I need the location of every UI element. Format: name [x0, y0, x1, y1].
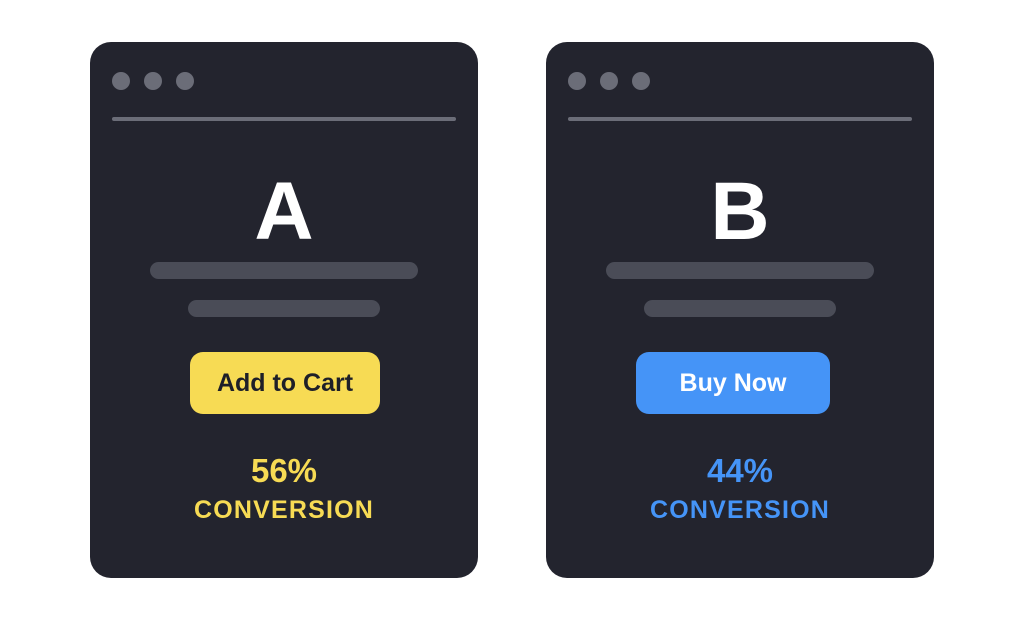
header-divider-b	[568, 117, 912, 121]
variant-letter-a: A	[254, 166, 314, 257]
conversion-value-a: 56%	[250, 452, 318, 489]
skeleton-bar-primary-b	[606, 262, 874, 279]
add-to-cart-button[interactable]: Add to Cart	[190, 352, 380, 414]
window-controls-b	[568, 72, 650, 90]
dot-close-icon[interactable]	[568, 72, 586, 90]
dot-minimize-icon[interactable]	[600, 72, 618, 90]
conversion-label-a: CONVERSION	[193, 496, 375, 524]
variant-letter-b: B	[710, 166, 770, 257]
conversion-label-b: CONVERSION	[649, 496, 831, 524]
dot-maximize-icon[interactable]	[632, 72, 650, 90]
dot-minimize-icon[interactable]	[144, 72, 162, 90]
buy-now-button[interactable]: Buy Now	[636, 352, 830, 414]
skeleton-bar-secondary-b	[644, 300, 836, 317]
dot-close-icon[interactable]	[112, 72, 130, 90]
skeleton-bar-primary-a	[150, 262, 418, 279]
variant-card-a[interactable]: A Add to Cart 56% CONVERSION	[90, 42, 478, 578]
dot-maximize-icon[interactable]	[176, 72, 194, 90]
ab-test-comparison: A Add to Cart 56% CONVERSION B Buy Now 4…	[0, 0, 1024, 624]
header-divider-a	[112, 117, 456, 121]
window-controls-a	[112, 72, 194, 90]
variant-card-b[interactable]: B Buy Now 44% CONVERSION	[546, 42, 934, 578]
skeleton-bar-secondary-a	[188, 300, 380, 317]
conversion-value-b: 44%	[706, 452, 774, 489]
